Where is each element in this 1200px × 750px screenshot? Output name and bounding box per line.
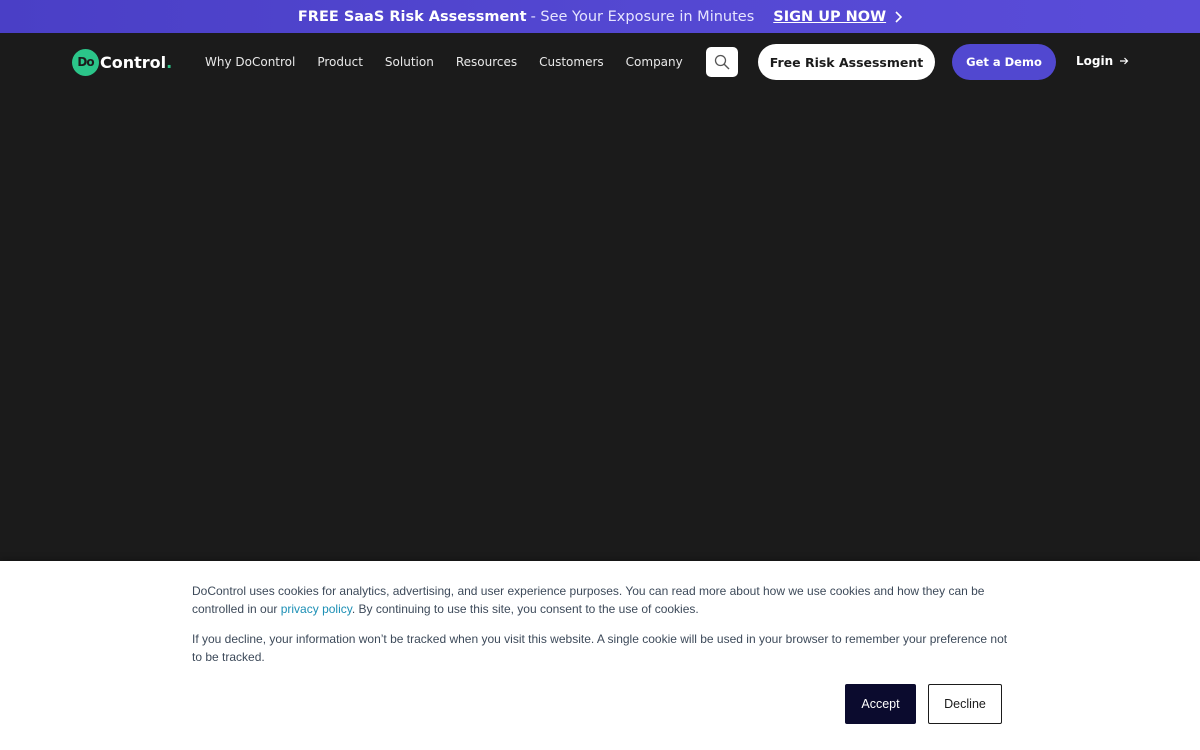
main-menu: Why DoControl Product Solution Resources… [205, 53, 683, 71]
cookie-decline-info: If you decline, your information won’t b… [192, 632, 1008, 664]
menu-item-customers[interactable]: Customers [539, 55, 604, 69]
login-label: Login [1076, 54, 1114, 68]
announcement-bold-text: FREE SaaS Risk Assessment [297, 8, 527, 25]
docontrol-logo[interactable]: Do Control . [72, 48, 172, 76]
logo-mark: Do [72, 48, 99, 76]
menu-item-company[interactable]: Company [626, 55, 683, 69]
sign-up-label: SIGN UP NOW [773, 8, 887, 25]
login-link[interactable]: Login [1076, 54, 1129, 68]
top-navigation: Do Control . Why DoControl Product Solut… [0, 33, 1200, 90]
search-icon [714, 54, 730, 70]
announcement-text: - See Your Exposure in Minutes [530, 8, 755, 25]
search-button[interactable] [706, 47, 738, 77]
announcement-bar: FREE SaaS Risk Assessment - See Your Exp… [0, 0, 1200, 33]
privacy-policy-link[interactable]: privacy policy [281, 602, 352, 616]
menu-item-solution[interactable]: Solution [385, 55, 434, 69]
hero-section [0, 90, 1200, 560]
logo-dot: . [166, 52, 173, 72]
cookie-text-part2: . By continuing to use this site, you co… [351, 602, 699, 616]
chevron-right-icon [895, 10, 903, 23]
menu-item-product[interactable]: Product [317, 55, 363, 69]
get-a-demo-button[interactable]: Get a Demo [952, 44, 1056, 80]
menu-item-resources[interactable]: Resources [456, 55, 517, 69]
menu-item-why-docontrol[interactable]: Why DoControl [205, 55, 295, 69]
arrow-right-icon [1120, 57, 1129, 65]
accept-cookies-button[interactable]: Accept [845, 684, 916, 724]
cookie-banner: DoControl uses cookies for analytics, ad… [0, 561, 1200, 750]
decline-cookies-button[interactable]: Decline [928, 684, 1002, 724]
cookie-notice-text: DoControl uses cookies for analytics, ad… [192, 582, 1012, 618]
logo-word: Control [100, 52, 167, 72]
sign-up-link[interactable]: SIGN UP NOW [773, 8, 903, 25]
free-risk-assessment-button[interactable]: Free Risk Assessment [758, 44, 935, 80]
